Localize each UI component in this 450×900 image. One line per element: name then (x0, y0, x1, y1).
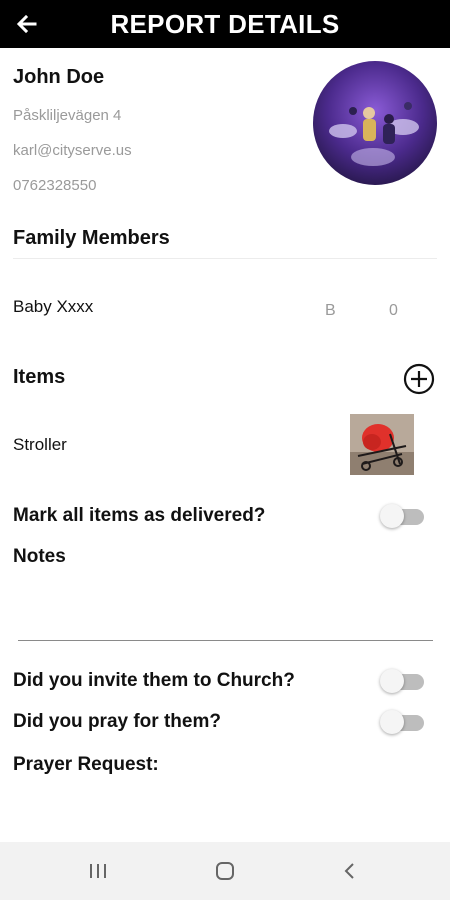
plus-circle-icon (403, 363, 435, 395)
page-title: REPORT DETAILS (110, 8, 340, 39)
profile-email: karl@cityserve.us (13, 142, 132, 159)
profile-phone: 0762328550 (13, 177, 97, 194)
back-chevron-icon (344, 863, 354, 879)
app-bar: REPORT DETAILS (0, 0, 450, 48)
recents-icon (90, 864, 106, 878)
toggle-knob (380, 710, 404, 734)
system-nav-bar (0, 842, 450, 900)
item-name: Stroller (13, 435, 67, 454)
home-icon (216, 862, 234, 880)
add-item-button[interactable] (403, 363, 435, 395)
recents-button[interactable] (83, 858, 113, 884)
item-thumbnail[interactable] (350, 414, 414, 475)
invite-church-label: Did you invite them to Church? (13, 670, 295, 691)
avatar (313, 61, 437, 185)
notes-input-underline[interactable] (18, 640, 433, 641)
home-button[interactable] (210, 858, 240, 884)
mark-delivered-toggle[interactable] (380, 503, 426, 529)
item-photo-icon (350, 414, 414, 475)
toggle-knob (380, 669, 404, 693)
pray-label: Did you pray for them? (13, 711, 221, 732)
mark-delivered-label: Mark all items as delivered? (13, 505, 266, 526)
family-member-name: Baby Xxxx (13, 297, 94, 316)
notes-label: Notes (13, 546, 66, 567)
toggle-knob (380, 504, 404, 528)
divider (13, 258, 437, 259)
profile-name: John Doe (13, 66, 105, 88)
items-title: Items (13, 366, 66, 388)
family-members-title: Family Members (13, 227, 170, 249)
system-back-button[interactable] (335, 858, 365, 884)
prayer-request-label: Prayer Request: (13, 754, 159, 775)
family-member-gender: B (325, 302, 336, 319)
profile-address: Påskliljevägen 4 (13, 107, 122, 124)
avatar-photo-icon (313, 61, 437, 185)
pray-toggle[interactable] (380, 709, 426, 735)
family-member-age: 0 (389, 302, 398, 319)
back-button[interactable] (12, 9, 42, 39)
arrow-left-icon (16, 14, 37, 34)
invite-church-toggle[interactable] (380, 668, 426, 694)
